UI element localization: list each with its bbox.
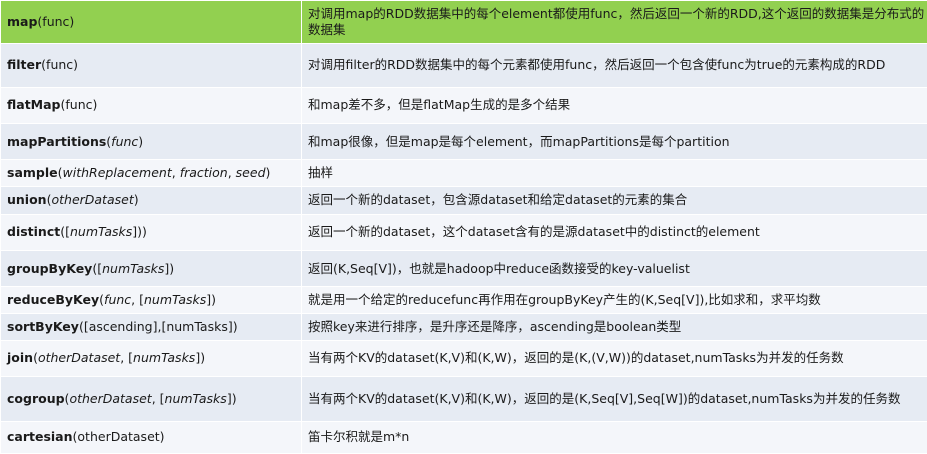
function-signature-cell: reduceByKey(func, [numTasks]) [0,286,302,314]
function-signature-cell: sample(withReplacement, fraction, seed) [0,159,302,187]
function-args: (func) [60,97,98,113]
function-name: mapPartitions [7,133,107,149]
function-args: func [111,133,139,149]
function-args: fraction [179,165,228,180]
table-row: cartesian(otherDataset) 笛卡尔积就是m*n [0,420,927,454]
function-name: sortByKey [7,318,79,334]
function-signature-cell: join(otherDataset, [numTasks]) [0,339,302,377]
function-signature-cell: filter(func) [0,42,302,88]
function-description: 当有两个KV的dataset(K,V)和(K,W)，返回的是(K,(V,W))的… [301,339,927,377]
function-args: numTasks [69,224,133,240]
function-signature-cell: cogroup(otherDataset, [numTasks]) [0,375,302,422]
function-args: ]) [206,292,217,308]
table-row: filter(func) 对调用filter的RDD数据集中的每个元素都使用fun… [0,42,927,88]
function-name: flatMap [7,97,61,113]
table-row: flatMap(func) 和map差不多，但是flatMap生成的是多个结果 [0,86,927,124]
table-body: map(func) 对调用map的RDD数据集中的每个element都使用func… [0,0,927,454]
function-name: map [7,13,38,29]
function-description: 对调用filter的RDD数据集中的每个元素都使用func，然后返回一个包含使f… [301,42,927,88]
function-args: seed [235,165,266,180]
function-args: ])) [132,224,147,240]
function-description: 按照key来进行排序，是升序还是降序，ascending是boolean类型 [301,312,927,341]
function-description: 返回一个新的dataset，包含源dataset和给定dataset的元素的集合 [301,185,927,215]
function-signature-cell: union(otherDataset) [0,185,302,215]
table-row: map(func) 对调用map的RDD数据集中的每个element都使用func… [0,0,927,44]
function-args: ) [133,192,139,208]
table-row: distinct([numTasks])) 返回一个新的dataset，这个dat… [0,213,927,251]
function-args: numTasks [144,292,207,308]
function-signature-cell: cartesian(otherDataset) [0,420,302,454]
function-args: (func) [41,57,79,73]
function-args: ([ [92,260,103,276]
function-args: otherDataset [51,192,134,208]
function-signature-cell: groupByKey([numTasks]) [0,249,302,288]
function-description: 和map很像，但是map是每个element，而mapPartitions是每个… [301,122,927,161]
function-name: distinct [7,224,61,240]
function-signature-cell: sortByKey([ascending],[numTasks]) [0,312,302,341]
table-row: sample(withReplacement, fraction, seed) 抽… [0,159,927,187]
function-description: 返回(K,Seq[V])，也就是hadoop中reduce函数接受的key-va… [301,249,927,288]
table-row: sortByKey([ascending],[numTasks]) 按照key来进… [0,312,927,341]
function-args: func [104,292,132,308]
table-row: cogroup(otherDataset, [numTasks]) 当有两个KV的… [0,375,927,422]
function-args: ]) [226,390,237,406]
table-row: join(otherDataset, [numTasks]) 当有两个KV的dat… [0,339,927,377]
function-description: 对调用map的RDD数据集中的每个element都使用func，然后返回一个新的… [301,0,927,44]
function-description: 返回一个新的dataset，这个dataset含有的是源dataset中的dis… [301,213,927,251]
function-args: ([ [60,224,70,240]
function-args: numTasks [164,390,227,406]
function-description: 当有两个KV的dataset(K,V)和(K,W)，返回的是(K,Seq[V],… [301,375,927,422]
function-name: filter [7,57,42,73]
function-args: withReplacement [62,165,172,180]
function-description: 就是用一个给定的reducefunc再作用在groupByKey产生的(K,Se… [301,286,927,314]
function-args: otherDataset [37,350,121,366]
function-name: sample [7,165,58,180]
function-args: numTasks [133,350,196,366]
function-args: otherDataset [69,390,152,406]
function-name: groupByKey [7,260,93,276]
function-args: (otherDataset) [72,429,165,445]
function-args: ) [265,165,271,180]
function-args: , [227,165,236,180]
function-name: join [7,350,34,366]
function-args: ]) [164,260,175,276]
function-args: , [ [131,292,144,308]
table-row: union(otherDataset) 返回一个新的dataset，包含源data… [0,185,927,215]
function-name: union [7,192,47,208]
function-signature-cell: distinct([numTasks])) [0,213,302,251]
table-row: mapPartitions(func) 和map很像，但是map是每个elemen… [0,122,927,161]
function-args: ) [138,133,144,149]
function-args: ([ascending],[numTasks]) [78,318,238,334]
function-name: cartesian [7,429,73,445]
function-args: numTasks [102,260,165,276]
rdd-transformations-table: map(func) 对调用map的RDD数据集中的每个element都使用func… [0,0,927,454]
function-args: (func) [37,13,75,29]
function-description: 抽样 [301,159,927,187]
function-signature-cell: map(func) [0,0,302,44]
function-description: 和map差不多，但是flatMap生成的是多个结果 [301,86,927,124]
function-description: 笛卡尔积就是m*n [301,420,927,454]
function-args: , [ [151,390,165,406]
function-signature-cell: mapPartitions(func) [0,122,302,161]
function-name: cogroup [7,390,65,406]
table-row: reduceByKey(func, [numTasks]) 就是用一个给定的red… [0,286,927,314]
function-args: ]) [195,350,206,366]
table-row: groupByKey([numTasks]) 返回(K,Seq[V])，也就是ha… [0,249,927,288]
function-signature-cell: flatMap(func) [0,86,302,124]
function-args: , [171,165,180,180]
function-name: reduceByKey [7,292,100,308]
function-args: , [ [120,350,134,366]
